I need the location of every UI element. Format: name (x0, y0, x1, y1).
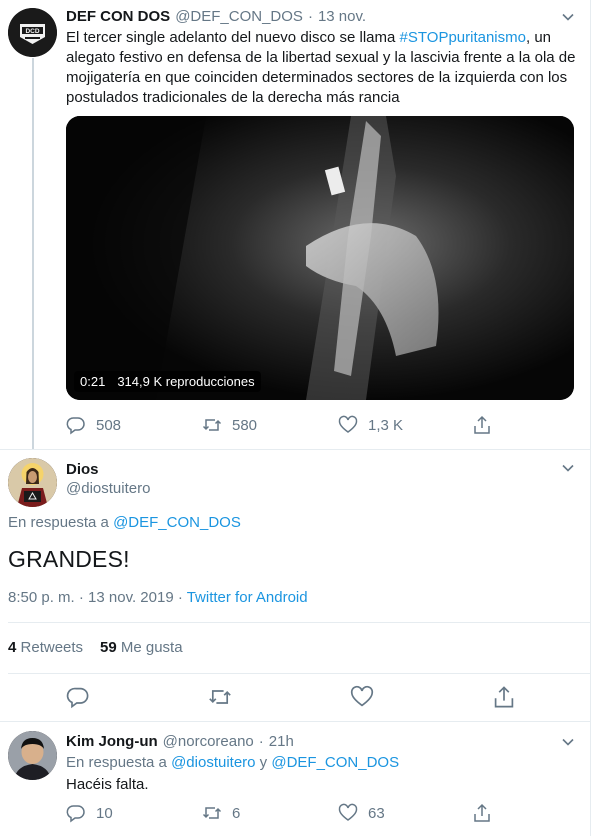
tweet-source-link[interactable]: Twitter for Android (187, 589, 308, 606)
reply-context-and: y (255, 754, 272, 771)
tweet-text-line: , un (525, 29, 552, 46)
dot-separator: · (307, 8, 313, 25)
mention-link[interactable]: @DEF_CON_DOS (271, 754, 399, 771)
author-name[interactable]: Kim Jong-un (66, 733, 158, 750)
tweet-text-line: mojigatería en que coinciden determinado… (66, 69, 568, 86)
divider (8, 622, 591, 623)
retweets-stat[interactable]: 4 Retweets (8, 639, 83, 656)
tweet-actions: 10 6 63 (66, 802, 506, 824)
tweet-text: GRANDES! (8, 546, 130, 572)
reply-context-label: En respuesta a (66, 754, 172, 771)
retweet-icon (202, 419, 222, 431)
retweet-count: 6 (232, 804, 241, 822)
author-name[interactable]: DEF CON DOS (66, 8, 170, 25)
video-player[interactable]: 0:21 314,9 K reproducciones (66, 116, 574, 400)
retweet-button[interactable]: 6 (202, 803, 240, 823)
heart-icon (338, 803, 358, 821)
retweet-button[interactable]: 580 (202, 415, 257, 435)
focused-tweet-actions (0, 683, 591, 711)
tweet-metadata: 8:50 p. m. · 13 nov. 2019 · Twitter for … (8, 589, 308, 606)
def-con-dos-logo-icon: DCD (8, 8, 57, 57)
retweets-label: Retweets (20, 639, 84, 656)
likes-count: 59 (100, 639, 117, 656)
share-icon (474, 803, 490, 822)
video-stats-badge: 0:21 314,9 K reproducciones (74, 371, 261, 392)
reply-button[interactable]: 508 (66, 415, 121, 435)
share-icon[interactable] (492, 685, 516, 709)
video-duration: 0:21 (80, 374, 106, 389)
hashtag-link[interactable]: #STOPpuritanismo (400, 29, 526, 46)
likes-stat[interactable]: 59 Me gusta (100, 639, 183, 656)
reply-count: 10 (96, 804, 113, 822)
kim-avatar-image (8, 731, 57, 780)
author-handle[interactable]: @diostuitero (66, 480, 150, 497)
timeline: DCD DEF CON DOS @DEF_CON_DOS · 13 nov. E… (0, 0, 591, 836)
like-button[interactable]: 63 (338, 803, 385, 823)
divider (8, 673, 591, 674)
share-icon (474, 415, 490, 434)
reply-context-label: En respuesta a (8, 514, 114, 531)
chevron-down-icon[interactable] (561, 461, 575, 475)
chevron-down-icon[interactable] (561, 10, 575, 24)
retweets-count: 4 (8, 639, 17, 656)
tweet-text: El tercer single adelanto del nuevo disc… (66, 28, 576, 108)
dot-separator: · (258, 733, 264, 750)
avatar-def-con-dos[interactable]: DCD (8, 8, 57, 57)
reply-icon (66, 805, 85, 823)
reply-context: En respuesta a @diostuitero y @DEF_CON_D… (66, 754, 399, 771)
svg-text:DCD: DCD (25, 28, 39, 35)
divider (0, 449, 591, 450)
tweet-text-line: El tercer single adelanto del nuevo disc… (66, 29, 400, 46)
retweet-icon (202, 807, 222, 819)
tweet-text-line: alegato festivo en defensa de la liberta… (66, 49, 576, 66)
tweet-timestamp[interactable]: 8:50 p. m. · 13 nov. 2019 · (8, 589, 187, 606)
divider (0, 721, 591, 722)
reply-icon[interactable] (66, 685, 90, 709)
author-handle[interactable]: @DEF_CON_DOS (175, 8, 303, 25)
chevron-down-icon[interactable] (561, 735, 575, 749)
reply-icon (66, 417, 85, 435)
tweet-text: Hacéis falta. (66, 776, 149, 793)
mention-link[interactable]: @DEF_CON_DOS (113, 514, 241, 531)
likes-label: Me gusta (120, 639, 183, 656)
tweet-text-line: postulados tradicionales de la derecha m… (66, 89, 400, 106)
share-button[interactable] (472, 803, 492, 823)
share-button[interactable] (472, 415, 492, 435)
video-frame-image (66, 116, 574, 400)
like-count: 63 (368, 804, 385, 822)
tweet-actions: 508 580 1,3 K (66, 414, 506, 436)
reply-count: 508 (96, 416, 122, 434)
mention-link[interactable]: @diostuitero (171, 754, 255, 771)
retweet-icon[interactable] (208, 685, 232, 709)
avatar-kim-jong-un[interactable] (8, 731, 57, 780)
retweet-count: 580 (232, 416, 258, 434)
author-name[interactable]: Dios (66, 461, 99, 478)
reply-context: En respuesta a @DEF_CON_DOS (8, 514, 241, 531)
avatar-dios[interactable] (8, 458, 57, 507)
video-views: 314,9 K reproducciones (117, 374, 255, 389)
like-button[interactable]: 1,3 K (338, 415, 403, 435)
like-count: 1,3 K (368, 416, 404, 434)
reply-button[interactable]: 10 (66, 803, 113, 823)
thread-line (32, 58, 34, 450)
author-handle[interactable]: @norcoreano (163, 733, 254, 750)
dios-avatar-image (8, 458, 57, 507)
heart-icon (338, 415, 358, 433)
tweet-time[interactable]: 13 nov. (318, 8, 366, 25)
heart-icon[interactable] (350, 685, 374, 709)
tweet-time[interactable]: 21h (269, 733, 294, 750)
